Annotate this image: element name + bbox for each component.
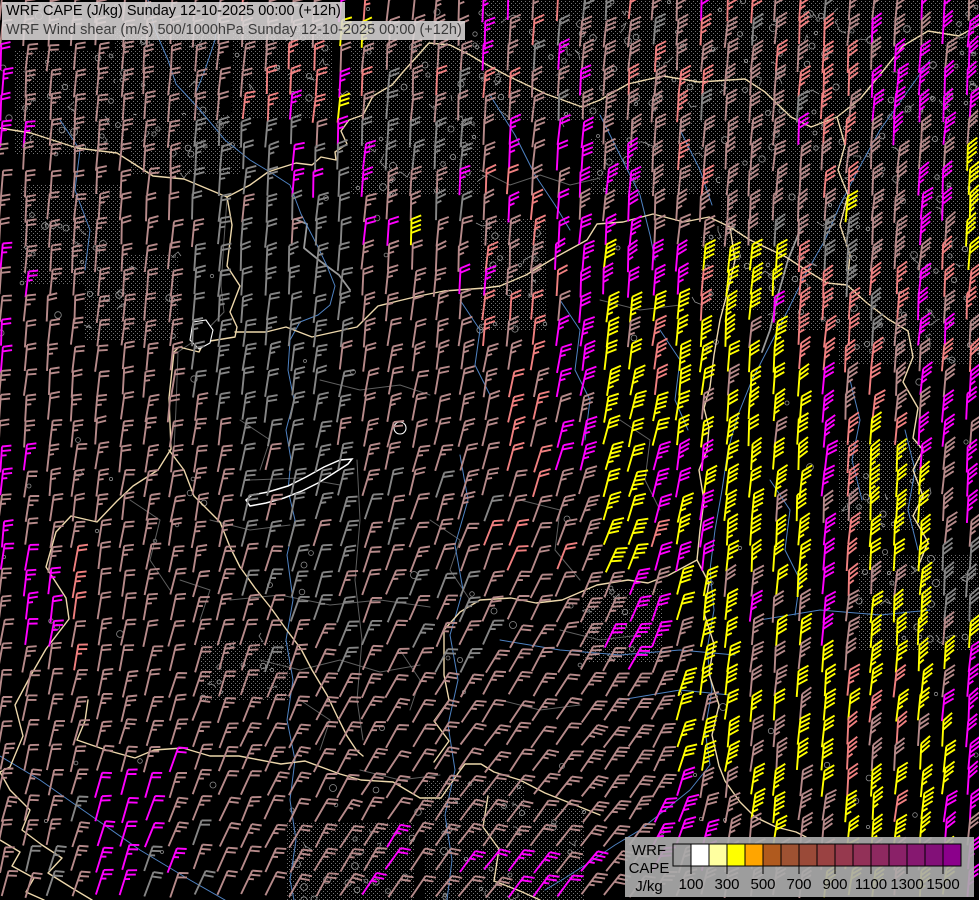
svg-text:900: 900 (822, 876, 847, 893)
svg-text:1100: 1100 (855, 876, 887, 893)
svg-text:100: 100 (678, 876, 703, 893)
svg-text:700: 700 (786, 876, 811, 893)
svg-text:1500: 1500 (926, 876, 959, 893)
svg-text:1300: 1300 (890, 876, 923, 893)
svg-text:500: 500 (750, 876, 775, 893)
svg-text:300: 300 (714, 876, 739, 893)
